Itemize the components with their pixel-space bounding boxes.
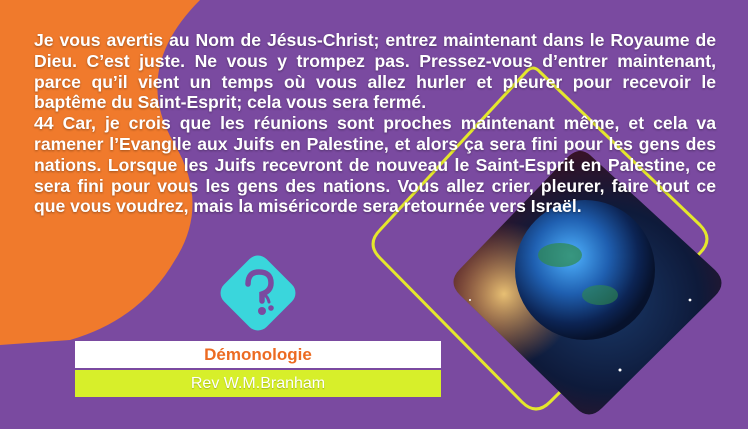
author-label: Rev W.M.Branham xyxy=(190,374,326,392)
question-mark-icon xyxy=(220,255,296,331)
author-bar: Rev W.M.Branham xyxy=(75,370,441,397)
quote-paragraph-2: 44 Car, je crois que les réunions sont p… xyxy=(34,113,716,217)
quote-text: Je vous avertis au Nom de Jésus-Christ; … xyxy=(34,30,716,217)
quote-paragraph-1: Je vous avertis au Nom de Jésus-Christ; … xyxy=(34,30,716,113)
category-title: Démonologie xyxy=(75,341,441,368)
category-label: Démonologie xyxy=(204,344,312,364)
